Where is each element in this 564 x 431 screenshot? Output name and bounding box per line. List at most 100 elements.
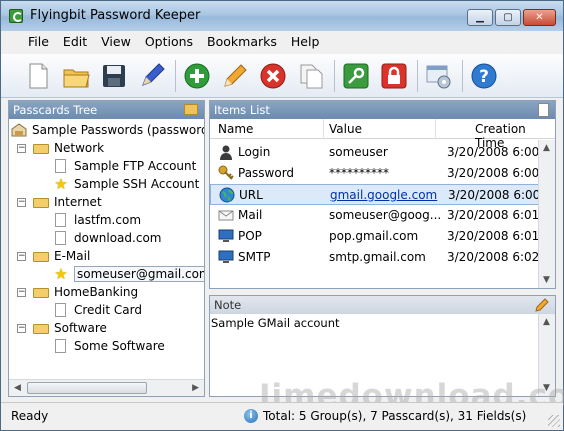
column-header-name[interactable]: Name [218, 122, 253, 136]
tree-group-email[interactable]: E-Mail [33, 247, 90, 265]
scroll-left-icon[interactable]: ◀ [14, 383, 21, 393]
item-name: Login [238, 145, 271, 159]
tree-group-network[interactable]: Network [33, 139, 104, 157]
tree-expander[interactable]: − [17, 198, 26, 207]
lock-button[interactable] [377, 58, 411, 94]
tree-view[interactable]: Sample Passwords (password = − Network S… [9, 119, 204, 377]
tree-item[interactable]: lastfm.com [53, 211, 141, 229]
title-bar[interactable]: Flyingbit Password Keeper ▁ ▢ ✕ [1, 1, 563, 31]
items-header-label: Items List [214, 103, 270, 117]
tree-root[interactable]: Sample Passwords (password = [11, 121, 204, 139]
item-value-link[interactable]: gmail.google.com [330, 188, 442, 202]
tree-item-label: Sample SSH Account [74, 177, 200, 191]
computer-icon [218, 229, 234, 242]
document-icon [55, 159, 66, 173]
star-icon: ★ [54, 265, 68, 283]
tree-item[interactable]: Sample FTP Account [53, 157, 196, 175]
computer-icon [218, 250, 234, 263]
maximize-icon: ▢ [503, 12, 513, 23]
tree-group-label: E-Mail [54, 249, 91, 263]
list-item[interactable]: Login someuser 3/20/2008 6:00:18 ... [210, 142, 553, 163]
database-icon [11, 123, 27, 137]
list-item-selected[interactable]: URL gmail.google.com 3/20/2008 6:00:54 .… [210, 184, 554, 205]
menu-options[interactable]: Options [138, 31, 200, 53]
menu-view[interactable]: View [94, 31, 138, 53]
toolbar-separator [175, 59, 176, 92]
star-icon: ★ [54, 175, 68, 193]
tree-group-label: Internet [54, 195, 102, 209]
edit-pencil-icon [224, 63, 247, 87]
scroll-thumb[interactable] [27, 382, 147, 394]
tree-item-selected[interactable]: ★ someuser@gmail.com [53, 265, 204, 283]
close-button[interactable]: ✕ [523, 9, 556, 26]
note-header-label: Note [214, 298, 242, 312]
list-item[interactable]: Mail someuser@goog... 3/20/2008 6:01:07 … [210, 205, 553, 226]
tree-item[interactable]: ★ Sample SSH Account [53, 175, 199, 193]
document-icon [55, 231, 66, 245]
item-value: pop.gmail.com [329, 229, 419, 243]
change-password-icon [343, 63, 369, 88]
folder-icon [33, 198, 49, 208]
tree-item-label: Credit Card [74, 303, 142, 317]
resize-grip[interactable] [548, 415, 560, 427]
menu-bookmarks[interactable]: Bookmarks [200, 31, 284, 53]
copy-button[interactable] [294, 58, 328, 94]
items-header: Items List [210, 101, 555, 119]
help-button[interactable]: ? [467, 58, 501, 94]
note-text[interactable]: Sample GMail account [210, 314, 555, 332]
delete-button[interactable] [256, 58, 290, 94]
edit-button[interactable] [218, 58, 252, 94]
tree-expander[interactable]: − [17, 324, 26, 333]
tree-group-homebanking[interactable]: HomeBanking [33, 283, 138, 301]
item-name: SMTP [238, 250, 271, 264]
list-item[interactable]: SMTP smtp.gmail.com 3/20/2008 6:02:11 ..… [210, 247, 553, 268]
svg-text:?: ? [479, 67, 489, 87]
scroll-down-icon[interactable]: ▼ [543, 275, 550, 285]
tree-group-internet[interactable]: Internet [33, 193, 102, 211]
scroll-up-icon[interactable]: ▲ [543, 317, 550, 327]
edit-pencil-icon[interactable] [535, 298, 549, 312]
item-value: ********** [329, 166, 389, 180]
user-icon [220, 145, 232, 160]
items-vertical-scrollbar[interactable]: ▲ ▼ [538, 140, 555, 288]
item-name: URL [239, 188, 263, 202]
save-button[interactable] [97, 58, 131, 94]
menu-help[interactable]: Help [284, 31, 327, 53]
new-file-button[interactable] [21, 58, 55, 94]
column-header-value[interactable]: Value [329, 122, 362, 136]
tree-header-label: Passcards Tree [13, 103, 98, 117]
status-text: Ready [11, 409, 49, 423]
column-divider[interactable] [435, 119, 436, 139]
menu-file[interactable]: File [21, 31, 56, 53]
column-headers: Name Value Creation Time [210, 119, 555, 150]
scroll-up-icon[interactable]: ▲ [543, 143, 550, 153]
tree-group-software[interactable]: Software [33, 319, 107, 337]
open-button[interactable] [59, 58, 93, 94]
list-item[interactable]: POP pop.gmail.com 3/20/2008 6:01:31 ... [210, 226, 553, 247]
tree-item-label: someuser@gmail.com [74, 266, 204, 282]
maximize-button[interactable]: ▢ [495, 9, 521, 26]
tree-item[interactable]: download.com [53, 229, 161, 247]
status-bar: Ready i Total: 5 Group(s), 7 Passcard(s)… [1, 402, 563, 430]
save-disk-icon [103, 64, 125, 87]
menu-edit[interactable]: Edit [56, 31, 94, 53]
scroll-right-icon[interactable]: ▶ [192, 383, 199, 393]
open-folder-icon [63, 69, 90, 87]
minimize-button[interactable]: ▁ [467, 9, 493, 26]
tree-expander[interactable]: − [17, 252, 26, 261]
list-item[interactable]: Password ********** 3/20/2008 6:00:45 ..… [210, 163, 553, 184]
tree-item[interactable]: Some Software [53, 337, 165, 355]
new-file-icon [29, 63, 48, 88]
tree-item-label: Some Software [74, 339, 165, 353]
tree-expander[interactable]: − [17, 288, 26, 297]
tree-expander[interactable]: − [17, 144, 26, 153]
tree-group-label: HomeBanking [54, 285, 139, 299]
add-button[interactable] [180, 58, 214, 94]
tree-horizontal-scrollbar[interactable]: ◀ ▶ [9, 379, 204, 396]
globe-icon [219, 187, 235, 203]
tree-item[interactable]: Credit Card [53, 301, 142, 319]
edit-group-button[interactable] [135, 58, 169, 94]
column-divider[interactable] [323, 119, 324, 139]
options-button[interactable] [422, 58, 456, 94]
change-password-button[interactable] [339, 58, 373, 94]
